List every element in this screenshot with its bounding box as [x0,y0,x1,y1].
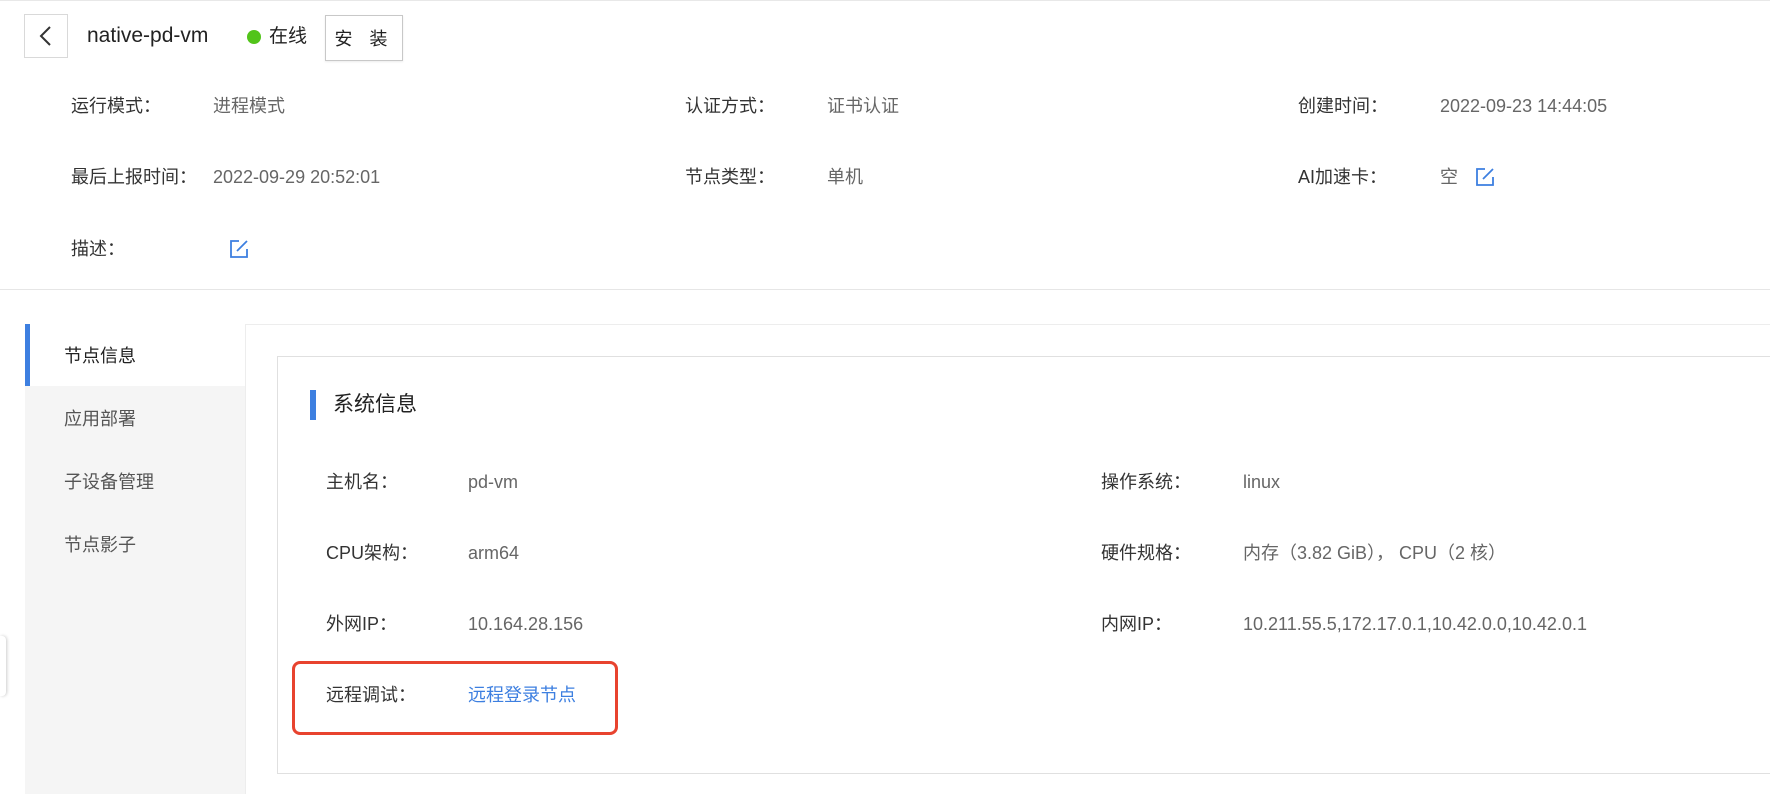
hardware-spec-label: 硬件规格： [1101,543,1191,563]
node-type-value: 单机 [827,167,863,187]
last-report-value: 2022-09-29 20:52:01 [213,167,381,187]
section-accent-bar [310,390,316,420]
ai-card-label: AI加速卡： [1298,167,1388,187]
node-type-label: 节点类型： [685,167,775,187]
highlight-annotation [292,661,618,735]
private-ip-label: 内网IP： [1101,614,1173,634]
nav-item-node-info[interactable]: 节点信息 [25,324,245,386]
public-ip-value: 10.164.28.156 [468,614,584,634]
install-button[interactable]: 安 装 [325,15,403,61]
section-title: 系统信息 [333,393,417,416]
nav-item-label: 节点影子 [64,535,136,555]
cpu-arch-value: arm64 [468,543,520,563]
nav-item-sub-device[interactable]: 子设备管理 [25,450,245,512]
auth-method-value: 证书认证 [827,96,899,116]
status-badge: 在线 [247,25,307,49]
nav-item-label: 应用部署 [64,409,136,429]
node-name: native-pd-vm [87,24,209,47]
edit-icon[interactable] [228,238,250,260]
hardware-spec-value: 内存（3.82 GiB）， CPU（2 核） [1243,543,1507,563]
sidebar-nav: 节点信息 应用部署 子设备管理 节点影子 [25,324,245,794]
sidebar-toggle-handle[interactable] [0,636,6,696]
auth-method-label: 认证方式： [685,96,775,116]
os-value: linux [1243,472,1281,492]
top-border [0,0,1770,1]
created-time-value: 2022-09-23 14:44:05 [1440,96,1608,116]
hostname-label: 主机名： [326,472,398,492]
os-label: 操作系统： [1101,472,1191,492]
hostname-value: pd-vm [468,472,519,492]
nav-item-app-deploy[interactable]: 应用部署 [25,387,245,449]
nav-item-node-shadow[interactable]: 节点影子 [25,513,245,575]
nav-item-label: 节点信息 [64,346,136,366]
nav-item-label: 子设备管理 [64,472,154,492]
run-mode-label: 运行模式： [71,96,161,116]
public-ip-label: 外网IP： [326,614,398,634]
cpu-arch-label: CPU架构： [326,543,419,563]
last-report-label: 最后上报时间： [71,167,197,187]
status-dot-icon [247,30,261,44]
edit-icon[interactable] [1474,166,1496,188]
divider [0,289,1770,290]
run-mode-value: 进程模式 [213,96,285,116]
status-text: 在线 [269,26,308,47]
chevron-left-icon [39,26,51,46]
private-ip-value: 10.211.55.5,172.17.0.1,10.42.0.0,10.42.0… [1243,614,1587,634]
ai-card-value: 空 [1440,167,1458,187]
description-label: 描述： [71,239,125,259]
back-button[interactable] [24,14,68,58]
created-time-label: 创建时间： [1298,96,1388,116]
